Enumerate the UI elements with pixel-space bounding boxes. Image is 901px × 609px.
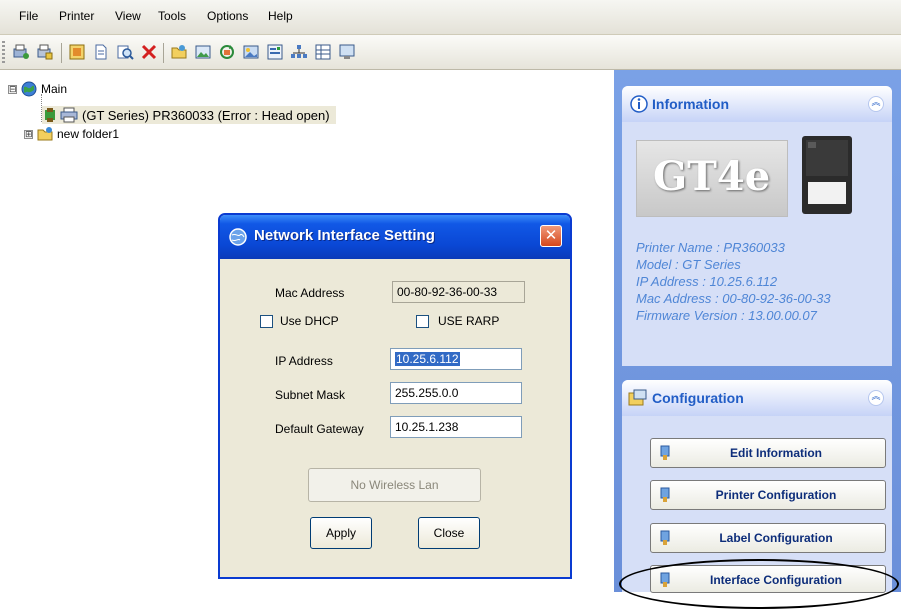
ip-address-input[interactable]: 10.25.6.112	[390, 348, 522, 370]
no-wireless-lan-button[interactable]: No Wireless Lan	[308, 468, 481, 502]
information-body: GT4e Printer Name : PR360033 Model : GT …	[622, 122, 892, 366]
info-firmware-version: Firmware Version : 13.00.00.07	[636, 308, 817, 323]
folder-icon	[37, 127, 53, 141]
status-icon[interactable]	[68, 43, 86, 61]
picture-icon[interactable]	[242, 43, 260, 61]
toolbar-separator	[163, 43, 164, 63]
tree-node-printer[interactable]: (GT Series) PR360033 (Error : Head open)	[42, 106, 336, 124]
menu-file[interactable]: File	[19, 9, 38, 23]
menu-printer[interactable]: Printer	[59, 9, 94, 23]
use-rarp-checkbox[interactable]	[416, 315, 429, 328]
info-printer-name: Printer Name : PR360033	[636, 240, 785, 255]
label-configuration-button[interactable]: Label Configuration	[650, 523, 886, 553]
menu-help[interactable]: Help	[268, 9, 293, 23]
menu-bar: File Printer View Tools Options Help	[0, 0, 901, 35]
menu-options[interactable]: Options	[207, 9, 248, 23]
edit-information-label: Edit Information	[730, 446, 822, 460]
use-rarp-label: USE RARP	[438, 314, 500, 328]
add-printer-icon[interactable]	[12, 43, 30, 61]
mac-address-label: Mac Address	[275, 286, 345, 300]
printer-configuration-label: Printer Configuration	[715, 488, 837, 502]
ip-address-label: IP Address	[275, 354, 333, 368]
tree-label-folder: new folder1	[57, 127, 120, 141]
printer-configuration-button[interactable]: Printer Configuration	[650, 480, 886, 510]
ip-address-value: 10.25.6.112	[395, 352, 460, 366]
network-globe-icon	[229, 228, 247, 246]
use-dhcp-checkbox[interactable]	[260, 315, 273, 328]
model-badge: GT4e	[636, 140, 788, 217]
configuration-panel-header[interactable]: Configuration ︽	[622, 380, 892, 416]
printer-photo-icon	[802, 136, 852, 214]
menu-view[interactable]: View	[115, 9, 141, 23]
network-interface-dialog: Network Interface Setting ✕ Mac Address …	[218, 213, 572, 579]
close-button[interactable]: Close	[418, 517, 480, 549]
tree-node-folder[interactable]: ⊞ new folder1	[24, 125, 119, 143]
tree-label-printer: (GT Series) PR360033 (Error : Head open)	[82, 107, 330, 123]
toolbar	[0, 35, 901, 70]
menu-tools[interactable]: Tools	[158, 9, 186, 23]
subnet-mask-label: Subnet Mask	[275, 388, 346, 402]
info-ip-address: IP Address : 10.25.6.112	[636, 274, 778, 289]
info-model: Model : GT Series	[636, 257, 741, 272]
apply-button[interactable]: Apply	[310, 517, 372, 549]
toolbar-separator	[61, 43, 62, 63]
model-badge-text: GT4e	[653, 153, 771, 200]
grid-icon[interactable]	[314, 43, 332, 61]
configuration-icon	[628, 389, 647, 406]
tree-expand-icon[interactable]: ⊞	[24, 129, 33, 139]
settings-icon[interactable]	[266, 43, 284, 61]
interface-configuration-label: Interface Configuration	[709, 573, 842, 587]
close-icon: ✕	[544, 226, 558, 244]
subnet-mask-input[interactable]: 255.255.0.0	[390, 382, 522, 404]
toolbar-grip[interactable]	[2, 41, 5, 63]
task-pane: Information ︽ GT4e Printer Name : PR3600…	[614, 70, 901, 593]
configuration-collapse-button[interactable]: ︽	[868, 390, 884, 406]
mac-address-field: 00-80-92-36-00-33	[392, 281, 525, 303]
network-icon[interactable]	[290, 43, 308, 61]
printer-properties-icon[interactable]	[36, 43, 54, 61]
interface-configuration-button[interactable]: Interface Configuration	[650, 565, 886, 593]
document-icon[interactable]	[92, 43, 110, 61]
information-title: Information	[652, 96, 729, 112]
dialog-title-bar[interactable]: Network Interface Setting ✕	[220, 215, 570, 259]
default-gateway-input[interactable]: 10.25.1.238	[390, 416, 522, 438]
information-panel-header[interactable]: Information ︽	[622, 86, 892, 122]
collapse-chevron-icon: ︽	[871, 98, 881, 108]
image-icon[interactable]	[194, 43, 212, 61]
search-icon[interactable]	[116, 43, 134, 61]
display-icon[interactable]	[338, 43, 356, 61]
network-status-icon	[45, 108, 55, 122]
folder-icon[interactable]	[170, 43, 188, 61]
tree-collapse-icon[interactable]: ⊟	[8, 84, 17, 94]
configuration-title: Configuration	[652, 390, 744, 406]
printer-icon	[60, 107, 78, 123]
information-panel: Information ︽ GT4e Printer Name : PR3600…	[622, 86, 892, 366]
edit-information-button[interactable]: Edit Information	[650, 438, 886, 468]
information-collapse-button[interactable]: ︽	[868, 96, 884, 112]
dialog-close-button[interactable]: ✕	[540, 225, 562, 247]
dialog-title: Network Interface Setting	[254, 227, 435, 244]
delete-icon[interactable]	[140, 43, 158, 61]
default-gateway-label: Default Gateway	[275, 422, 364, 436]
tree-node-main[interactable]: ⊟ Main	[8, 80, 67, 98]
info-mac-address: Mac Address : 00-80-92-36-00-33	[636, 291, 831, 306]
globe-icon	[21, 81, 37, 97]
use-dhcp-label: Use DHCP	[280, 314, 339, 328]
collapse-chevron-icon: ︽	[871, 392, 881, 402]
info-icon	[630, 95, 648, 113]
label-configuration-label: Label Configuration	[719, 531, 833, 545]
tree-label-main: Main	[41, 82, 68, 96]
refresh-icon[interactable]	[218, 43, 236, 61]
